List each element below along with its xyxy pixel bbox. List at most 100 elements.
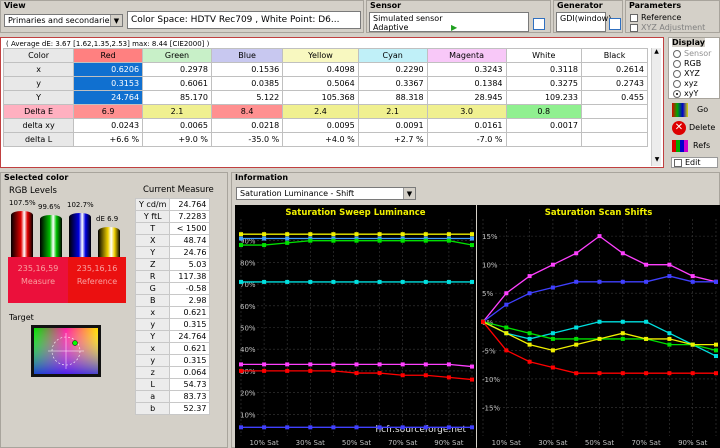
sensor-info[interactable]: Simulated sensor Adaptive ▶ xyxy=(369,12,529,32)
table-cell[interactable]: +4.0 % xyxy=(282,132,359,147)
display-option-xyy[interactable]: xyY xyxy=(673,89,711,99)
table-cell[interactable]: +9.0 % xyxy=(142,132,212,147)
edit-checkbox[interactable]: Edit xyxy=(671,157,718,168)
display-option-sensor[interactable]: Sensor xyxy=(673,49,711,59)
table-cell[interactable] xyxy=(581,118,648,133)
radio-icon[interactable] xyxy=(673,89,681,98)
table-cell[interactable]: -35.0 % xyxy=(210,132,284,147)
table-cell[interactable]: 0.0065 xyxy=(142,118,212,133)
table-cell[interactable]: 0.3243 xyxy=(426,62,507,77)
xyz-adjustment-checkbox[interactable]: XYZ Adjustment xyxy=(630,23,705,32)
table-cell[interactable]: 0.6061 xyxy=(142,76,212,91)
radio-icon[interactable] xyxy=(673,49,681,58)
table-cell[interactable]: 0.1384 xyxy=(426,76,507,91)
table-cell[interactable]: 0.0095 xyxy=(282,118,359,133)
table-cell[interactable]: 2.4 xyxy=(282,104,359,119)
table-cell[interactable]: 8.4 xyxy=(210,104,284,119)
data-point xyxy=(400,232,405,237)
table-row[interactable]: x 0.6206 0.2978 0.1536 0.4098 0.2290 0.3243 0.3… xyxy=(2,62,648,77)
table-cell[interactable]: 109.233 xyxy=(505,90,583,105)
refs-button[interactable]: Refs xyxy=(670,138,718,156)
table-cell[interactable]: 0.0385 xyxy=(210,76,284,91)
average-de-summary: ( Average dE: 3.67 [1.62,1.35,2.53] max:… xyxy=(6,40,210,48)
table-cell[interactable]: 24.764 xyxy=(73,90,144,105)
table-cell[interactable]: 5.122 xyxy=(210,90,284,105)
table-cell[interactable]: 85.170 xyxy=(142,90,212,105)
table-cell[interactable]: 0.455 xyxy=(581,90,648,105)
table-cell[interactable]: 0.2614 xyxy=(581,62,648,77)
delete-button[interactable]: ✕ Delete xyxy=(670,120,718,138)
column-header-4[interactable]: Cyan xyxy=(357,48,428,63)
table-row[interactable]: delta xy 0.0243 0.0065 0.0218 0.0095 0.0091 0.… xyxy=(2,118,648,133)
display-option-rgb[interactable]: RGB xyxy=(673,59,711,69)
display-option-xyz[interactable]: XYZ xyxy=(673,69,711,79)
table-cell[interactable]: 3.0 xyxy=(426,104,507,119)
colorspace-field[interactable]: Color Space: HDTV Rec709 , White Point: … xyxy=(127,11,361,29)
column-header-0[interactable]: Red xyxy=(73,48,144,63)
go-button[interactable]: Go xyxy=(670,102,718,120)
scroll-down-icon[interactable]: ▼ xyxy=(652,156,662,166)
column-header-7[interactable]: Black xyxy=(581,48,648,63)
table-cell[interactable]: 0.0017 xyxy=(505,118,583,133)
chevron-down-icon[interactable]: ▼ xyxy=(403,188,415,199)
column-header-6[interactable]: White xyxy=(505,48,583,63)
column-header-1[interactable]: Green xyxy=(142,48,212,63)
table-cell[interactable]: 0.2743 xyxy=(581,76,648,91)
table-cell[interactable]: 0.3118 xyxy=(505,62,583,77)
data-point xyxy=(527,274,532,279)
table-cell[interactable] xyxy=(505,132,583,147)
table-cell[interactable]: 0.1536 xyxy=(210,62,284,77)
table-cell[interactable]: 0.0243 xyxy=(73,118,144,133)
radio-icon[interactable] xyxy=(673,69,681,78)
table-cell[interactable] xyxy=(581,132,648,147)
table-cell[interactable]: 0.0218 xyxy=(210,118,284,133)
table-row[interactable]: Delta E 6.9 2.1 8.4 2.4 2.1 3.0 0.8 xyxy=(2,104,648,119)
table-row[interactable]: y 0.3153 0.6061 0.0385 0.5064 0.3367 0.1384 0.3… xyxy=(2,76,648,91)
table-cell[interactable]: 28.945 xyxy=(426,90,507,105)
view-selector[interactable]: Primaries and secondaries ▼ xyxy=(4,14,123,27)
table-cell[interactable]: 0.0091 xyxy=(357,118,428,133)
table-cell[interactable]: 88.318 xyxy=(357,90,428,105)
table-cell[interactable]: 0.2978 xyxy=(142,62,212,77)
table-cell[interactable]: 0.0161 xyxy=(426,118,507,133)
current-measure-table[interactable]: Y cd/m 24.764 Y ftL 7.2283 T < 1500 X 48.74 Y 24.… xyxy=(134,198,211,415)
information-selector[interactable]: Saturation Luminance - Shift ▼ xyxy=(236,187,416,200)
table-cell[interactable]: 0.4098 xyxy=(282,62,359,77)
table-cell[interactable] xyxy=(581,104,648,119)
table-cell[interactable]: 0.8 xyxy=(505,104,583,119)
column-header-2[interactable]: Blue xyxy=(210,48,284,63)
table-cell[interactable]: 2.1 xyxy=(142,104,212,119)
table-scrollbar[interactable]: ▲ ▼ xyxy=(651,48,661,166)
table-cell[interactable]: 0.3367 xyxy=(357,76,428,91)
data-point xyxy=(377,371,382,376)
table-cell[interactable]: +6.6 % xyxy=(73,132,144,147)
table-cell[interactable]: 0.3275 xyxy=(505,76,583,91)
table-cell[interactable]: +2.7 % xyxy=(357,132,428,147)
table-row[interactable]: Y 24.764 85.170 5.122 105.368 88.318 28.945 109… xyxy=(2,90,648,105)
table-cell[interactable]: 105.368 xyxy=(282,90,359,105)
column-header-5[interactable]: Magenta xyxy=(426,48,507,63)
data-point xyxy=(354,238,359,243)
generator-field[interactable]: GDI(window) xyxy=(556,12,611,32)
table-cell[interactable]: 0.5064 xyxy=(282,76,359,91)
table-cell[interactable]: 2.1 xyxy=(357,104,428,119)
data-point xyxy=(597,319,602,324)
generator-config-icon[interactable] xyxy=(609,18,621,30)
measure-table[interactable]: Color Red Green Blue Yellow Cyan Magenta White B… xyxy=(2,48,648,147)
data-point xyxy=(470,425,474,430)
chevron-down-icon[interactable]: ▼ xyxy=(110,15,122,26)
table-cell[interactable]: 0.3153 xyxy=(73,76,144,91)
display-option-xyz[interactable]: xyz xyxy=(673,79,711,89)
table-cell[interactable]: 0.6206 xyxy=(73,62,144,77)
radio-icon[interactable] xyxy=(673,79,681,88)
sensor-config-icon[interactable] xyxy=(533,18,545,30)
column-header-3[interactable]: Yellow xyxy=(282,48,359,63)
table-cell[interactable]: 0.2290 xyxy=(357,62,428,77)
scroll-up-icon[interactable]: ▲ xyxy=(652,48,661,58)
radio-icon[interactable] xyxy=(673,59,681,68)
table-cell[interactable]: 6.9 xyxy=(73,104,144,119)
reference-checkbox[interactable]: Reference xyxy=(630,13,681,22)
table-cell[interactable]: -7.0 % xyxy=(426,132,507,147)
table-row[interactable]: delta L +6.6 % +9.0 % -35.0 % +4.0 % +2.7 % -7… xyxy=(2,132,648,147)
play-icon[interactable]: ▶ xyxy=(451,23,457,32)
